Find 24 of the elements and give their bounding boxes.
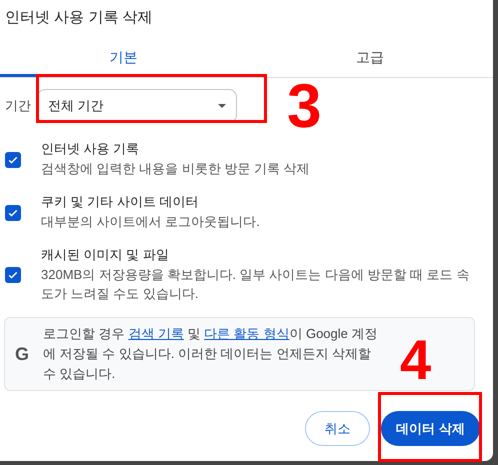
dialog-title: 인터넷 사용 기록 삭제 xyxy=(4,8,154,28)
cancel-button[interactable]: 취소 xyxy=(305,411,370,446)
step-number: 3 xyxy=(287,76,322,138)
period-dropdown[interactable]: 전체 기간 xyxy=(37,89,237,123)
step-number: 4 xyxy=(400,332,432,388)
checkbox[interactable] xyxy=(5,267,21,283)
google-icon: G xyxy=(15,340,30,368)
option-description: 320MB의 저장용량을 확보합니다. 일부 사이트는 다음에 방문할 때 로드 속도가 느려질 수도 있습니다. xyxy=(41,266,470,303)
notice-link[interactable]: 다른 활동 형식 xyxy=(204,326,290,341)
caret-icon xyxy=(218,104,226,108)
tab[interactable]: 고급 xyxy=(246,40,493,77)
option-title: 인터넷 사용 기록 xyxy=(41,140,140,158)
option-title: 캐시된 이미지 및 파일 xyxy=(41,246,170,264)
tab[interactable]: 기본 xyxy=(0,40,246,77)
option-title: 쿠키 및 기타 사이트 데이터 xyxy=(41,193,200,211)
checkbox[interactable] xyxy=(5,204,21,220)
option-description: 검색창에 입력한 내용을 비롯한 방문 기록 삭제 xyxy=(41,160,310,178)
option-description: 대부분의 사이트에서 로그아웃됩니다. xyxy=(41,213,260,231)
delete-data-button[interactable]: 데이터 삭제 xyxy=(381,411,480,446)
notice-text: 로그인할 경우 검색 기록 및 다른 활동 형식 이 Google 계정에 저장될 수 있습니다. 이러한 데이터는 언제든지 삭제할 수 있습니다. xyxy=(43,325,378,383)
checkbox[interactable] xyxy=(5,152,21,168)
notice-link[interactable]: 검색 기록 xyxy=(128,326,184,341)
check-icon xyxy=(7,269,19,281)
period-label: 기간 xyxy=(5,97,31,116)
